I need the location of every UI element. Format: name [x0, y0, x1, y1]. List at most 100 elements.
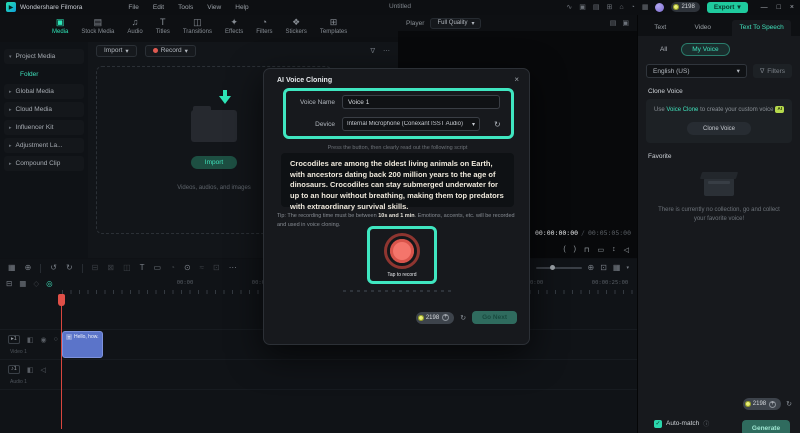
mute-icon[interactable]: ◁ [40, 366, 45, 374]
refresh-icon[interactable]: ↻ [786, 400, 792, 408]
crop-preview-icon[interactable]: ▭ [597, 246, 604, 254]
manage-tracks-icon[interactable]: ⊟ [6, 280, 12, 288]
more-tools-icon[interactable]: ⋯ [229, 264, 237, 272]
sidebar-item-global-media[interactable]: ▸ Global Media [4, 84, 84, 99]
text-clip[interactable]: T Hello, how... [62, 331, 103, 358]
add-text-icon[interactable]: T [140, 264, 145, 272]
zoom-in-icon[interactable]: ⊕ [588, 264, 595, 272]
pip-view-icon[interactable]: ▣ [622, 19, 629, 27]
lock-icon[interactable]: ◧ [27, 336, 34, 344]
record-button[interactable] [384, 232, 420, 269]
sort-filter-icon[interactable]: ∇ [370, 47, 375, 55]
marker-icon[interactable]: ⊓ [584, 246, 589, 254]
menu-view[interactable]: View [207, 4, 221, 11]
sidebar-item-cloud-media[interactable]: ▸ Cloud Media [4, 102, 84, 117]
copy-icon[interactable]: ⊞ [606, 4, 612, 11]
tab-text-to-speech[interactable]: Text To Speech [732, 20, 791, 36]
chevron-down-icon[interactable]: ▾ [626, 265, 629, 271]
speaker-icon[interactable]: ◁ [624, 246, 629, 254]
tab-media[interactable]: ▣ Media [52, 18, 68, 36]
add-credits-icon[interactable]: + [769, 400, 777, 408]
menu-edit[interactable]: Edit [153, 4, 164, 11]
export-button[interactable]: Export ▾ [706, 1, 748, 13]
generate-button[interactable]: Generate [742, 420, 790, 433]
voiceover-record-icon[interactable]: ◎ [46, 280, 53, 288]
marker-pen-icon[interactable]: ◇ [33, 280, 39, 288]
magnet-icon[interactable]: ○ [54, 336, 58, 343]
delete-icon[interactable]: ⊟ [92, 264, 99, 272]
close-button[interactable]: × [790, 4, 794, 11]
tab-templates[interactable]: ⊞ Templates [320, 18, 347, 36]
visibility-icon[interactable]: ◉ [40, 336, 46, 344]
fullscreen-icon[interactable]: ↕ [612, 246, 616, 253]
zoom-slider[interactable] [535, 265, 582, 270]
refresh-devices-icon[interactable]: ↻ [494, 120, 501, 129]
tab-effects[interactable]: ✦ Effects [225, 18, 243, 36]
mark-out-icon[interactable]: ) [574, 246, 576, 253]
crop-icon[interactable]: ▭ [154, 264, 162, 272]
zoom-drag-icon[interactable]: ⊕ [25, 264, 32, 272]
clone-voice-button[interactable]: Clone Voice [687, 122, 751, 135]
snap-icon[interactable]: ▦ [8, 264, 16, 272]
history-icon[interactable]: ◔ [631, 4, 635, 11]
dialog-close-icon[interactable]: × [514, 75, 519, 84]
voice-name-input[interactable] [342, 95, 500, 109]
voice-clone-link[interactable]: Voice Clone [666, 107, 698, 113]
tab-audio[interactable]: ♫ Audio [127, 18, 142, 36]
language-dropdown[interactable]: English (US) ▾ [646, 64, 747, 78]
workspace-icon[interactable]: ▦ [642, 4, 649, 11]
redo-icon[interactable]: ↻ [66, 264, 73, 272]
save-icon[interactable]: ▤ [593, 4, 600, 11]
menu-help[interactable]: Help [235, 4, 248, 11]
audio-stretch-icon[interactable]: ≈ [200, 264, 204, 272]
menu-file[interactable]: File [128, 4, 138, 11]
more-options-icon[interactable]: ⋯ [383, 47, 390, 55]
filters-button[interactable]: ∇ Filters [752, 64, 792, 78]
credits-badge[interactable]: 2198 [671, 2, 700, 12]
track-layout-icon[interactable]: ▦ [19, 280, 26, 288]
tab-stickers[interactable]: ❖ Stickers [286, 18, 307, 36]
layout-icon[interactable]: ▣ [579, 4, 586, 11]
keyframe-icon[interactable]: ⊡ [213, 264, 220, 272]
maximize-button[interactable]: □ [777, 4, 781, 11]
next-button[interactable]: Go Next [472, 311, 517, 324]
sidebar-item-folder[interactable]: Folder [4, 67, 84, 81]
plugin-icon[interactable]: ∿ [566, 4, 572, 11]
dropzone-import-button[interactable]: Import [190, 155, 238, 169]
import-button[interactable]: Import ▾ [96, 44, 137, 57]
minimize-button[interactable]: — [761, 4, 768, 11]
tab-titles[interactable]: T Titles [156, 18, 170, 36]
tab-stock-media[interactable]: ▤ Stock Media [81, 18, 114, 36]
display-settings-icon[interactable]: ▤ [610, 19, 617, 27]
sidebar-item-compound-clip[interactable]: ▸ Compound Clip [4, 156, 84, 171]
device-dropdown[interactable]: Internal Microphone (Conexant ISST Audio… [342, 117, 480, 131]
playhead-handle[interactable] [58, 294, 65, 306]
tab-video[interactable]: Video [688, 20, 719, 36]
tab-transitions[interactable]: ◫ Transitions [183, 18, 212, 36]
mask-icon[interactable]: ◔ [170, 264, 175, 272]
record-button[interactable]: Record ▾ [144, 44, 196, 57]
mark-in-icon[interactable]: ( [563, 246, 565, 253]
refresh-credits-icon[interactable]: ↻ [460, 314, 466, 322]
menu-tools[interactable]: Tools [178, 4, 193, 11]
split-icon[interactable]: ⊠ [107, 264, 114, 272]
sidebar-item-project-media[interactable]: ▾ Project Media [4, 49, 84, 64]
zoom-slider-handle[interactable] [549, 265, 555, 270]
sidebar-item-adjustment-layer[interactable]: ▸ Adjustment La... [4, 138, 84, 153]
user-avatar[interactable] [655, 2, 665, 12]
filter-my-voice[interactable]: My Voice [681, 43, 730, 56]
sidebar-item-influencer-kit[interactable]: ▸ Influencer Kit [4, 120, 84, 135]
playhead[interactable] [61, 294, 62, 429]
add-credits-icon[interactable]: + [442, 314, 450, 321]
quality-dropdown[interactable]: Full Quality ▾ [430, 17, 482, 29]
automatch-checkbox[interactable]: ✓ [654, 419, 662, 428]
speed-icon[interactable]: ⊙ [184, 264, 191, 272]
tab-text[interactable]: Text [647, 20, 673, 36]
home-icon[interactable]: ⌂ [619, 4, 623, 11]
filter-all[interactable]: All [660, 46, 667, 53]
undo-icon[interactable]: ↺ [50, 264, 57, 272]
fit-timeline-icon[interactable]: ⊡ [600, 264, 607, 272]
track-layout-icon[interactable]: ▦ [613, 264, 621, 272]
tab-filters[interactable]: ◔ Filters [256, 18, 272, 36]
lock-icon[interactable]: ◧ [27, 366, 34, 374]
